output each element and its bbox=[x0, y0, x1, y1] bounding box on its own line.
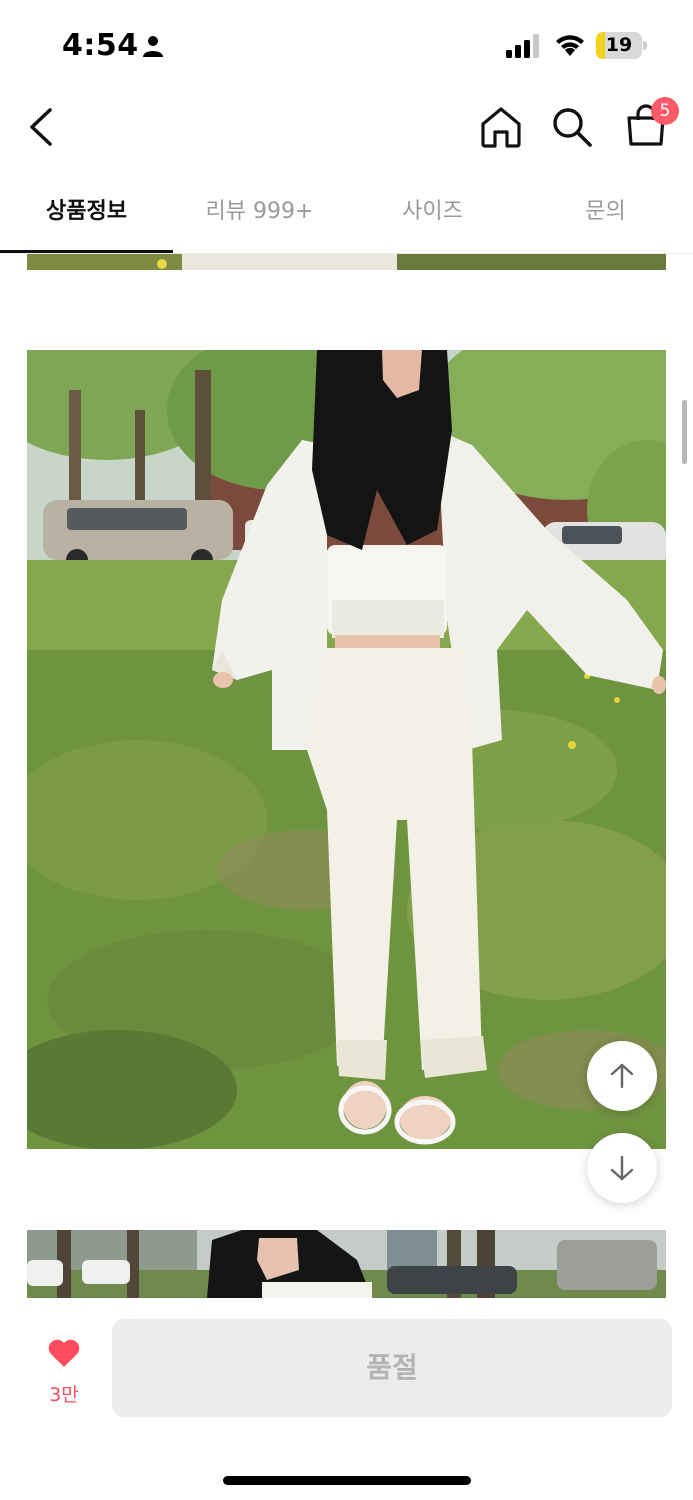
status-time: 4:54 bbox=[62, 28, 139, 63]
battery-level: 19 bbox=[605, 34, 633, 56]
person-icon bbox=[143, 36, 163, 57]
like-count: 3만 bbox=[49, 1384, 79, 1406]
tab-bar: 상품정보 리뷰 999+ 사이즈 문의 bbox=[0, 170, 693, 254]
product-photo-partial-bottom bbox=[27, 1230, 666, 1298]
like-button[interactable]: 3만 bbox=[30, 1338, 98, 1408]
arrow-up-icon bbox=[610, 1063, 634, 1089]
heart-icon bbox=[48, 1339, 80, 1367]
search-icon[interactable] bbox=[549, 104, 595, 150]
home-icon[interactable] bbox=[478, 104, 524, 150]
home-indicator bbox=[223, 1476, 471, 1485]
battery-icon: 19 bbox=[596, 32, 648, 59]
top-nav-bar bbox=[0, 90, 693, 170]
product-photo-main bbox=[27, 350, 666, 1149]
scroll-down-button[interactable] bbox=[587, 1133, 657, 1203]
soldout-button[interactable]: 품절 bbox=[112, 1319, 672, 1417]
status-bar: 4:54 19 bbox=[0, 0, 693, 90]
scroll-up-button[interactable] bbox=[587, 1041, 657, 1111]
bottom-action-bar: 3만 품절 bbox=[0, 1298, 693, 1500]
scrollbar-thumb[interactable] bbox=[682, 400, 687, 464]
tab-inquiry[interactable]: 문의 bbox=[519, 170, 692, 254]
tab-size[interactable]: 사이즈 bbox=[346, 170, 519, 254]
signal-icon bbox=[506, 34, 539, 58]
wifi-icon bbox=[556, 35, 584, 56]
tab-reviews[interactable]: 리뷰 999+ bbox=[173, 170, 346, 254]
back-icon[interactable] bbox=[20, 100, 64, 154]
product-photo-partial-top bbox=[27, 254, 666, 270]
arrow-down-icon bbox=[610, 1155, 634, 1181]
cart-badge: 5 bbox=[651, 97, 679, 125]
tab-product-info[interactable]: 상품정보 bbox=[0, 170, 173, 254]
